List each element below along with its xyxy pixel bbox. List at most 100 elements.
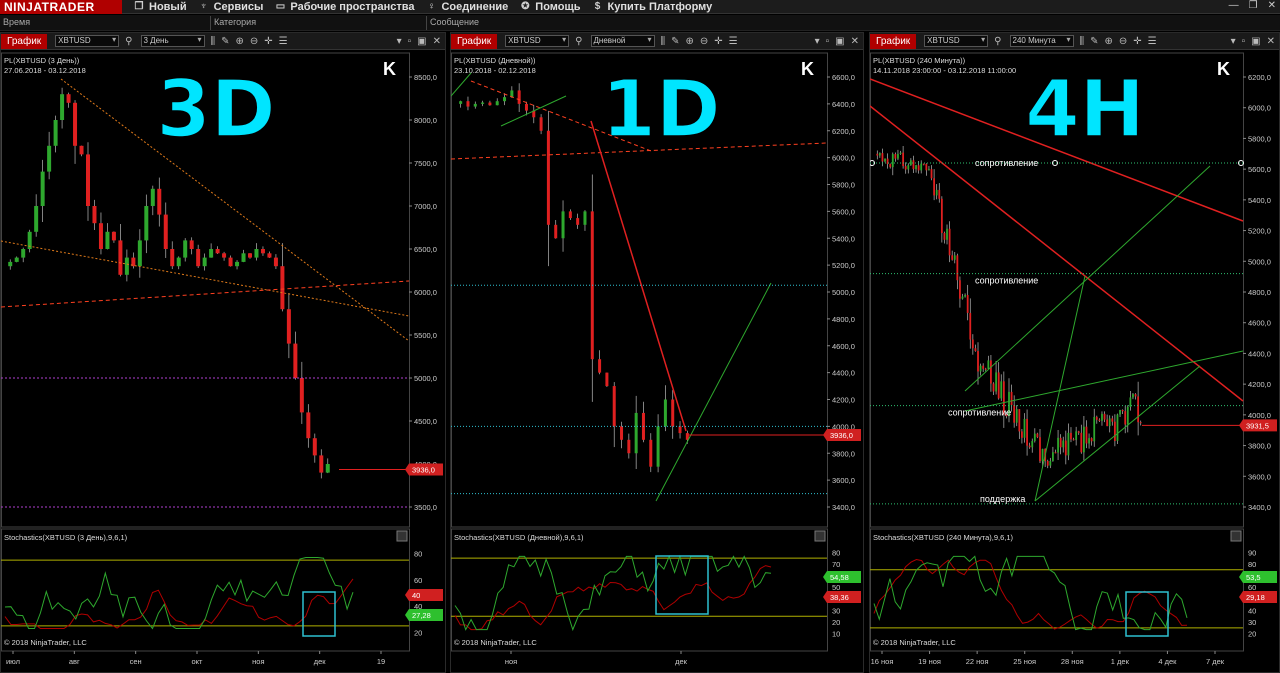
candle-body <box>995 372 997 392</box>
price-tick-label: 5200,0 <box>832 261 855 270</box>
menu-new[interactable]: ❐ Новый <box>134 1 187 13</box>
zoom-in-icon[interactable]: ⊕ <box>1105 36 1113 47</box>
properties-icon[interactable]: ☰ <box>279 36 288 47</box>
candle-body <box>1103 413 1106 420</box>
search-icon[interactable]: ⚲ <box>575 36 582 47</box>
dropdown-arrow-icon[interactable]: ▾ <box>1231 36 1236 47</box>
panel-close-icon[interactable]: ✕ <box>433 36 441 47</box>
interval-selector[interactable]: 240 Минута <box>1009 35 1074 47</box>
candle-body <box>319 455 324 473</box>
dropdown-arrow-icon[interactable]: ▾ <box>397 36 402 47</box>
zoom-out-icon[interactable]: ⊖ <box>1119 36 1127 47</box>
interval-selector[interactable]: 3 День <box>140 35 205 47</box>
candle-body <box>922 163 925 165</box>
indicator-settings-icon[interactable] <box>396 530 408 542</box>
instrument-selector[interactable]: XBTUSD <box>55 35 120 47</box>
candle-body <box>974 348 977 352</box>
indicator-settings-icon[interactable] <box>814 530 826 542</box>
restore-icon[interactable]: ❐ <box>1249 0 1258 11</box>
candle-body <box>1101 413 1103 421</box>
candle-body <box>663 399 667 427</box>
instrument-selector[interactable]: XBTUSD <box>924 35 989 47</box>
interval-selector[interactable]: Дневной <box>590 35 655 47</box>
candle-body <box>1098 419 1101 421</box>
candle-body <box>1013 405 1016 423</box>
zoom-in-icon[interactable]: ⊕ <box>236 36 244 47</box>
time-tick-label: 7 дек <box>1206 657 1225 666</box>
time-tick-label: 1 дек <box>1111 657 1130 666</box>
minimize-icon[interactable]: — <box>1229 0 1239 11</box>
candle-body <box>481 102 485 104</box>
dropdown-arrow-icon[interactable]: ▾ <box>815 36 820 47</box>
chart-tab[interactable]: График <box>1 33 48 49</box>
search-icon[interactable]: ⚲ <box>125 36 132 47</box>
panel-restore-icon[interactable]: ▣ <box>417 36 426 47</box>
panel-minimize-icon[interactable]: ▫ <box>1242 36 1246 47</box>
zoom-out-icon[interactable]: ⊖ <box>250 36 258 47</box>
search-icon[interactable]: ⚲ <box>994 36 1001 47</box>
properties-icon[interactable]: ☰ <box>729 36 738 47</box>
candle-body <box>299 378 304 413</box>
zoom-out-icon[interactable]: ⊖ <box>700 36 708 47</box>
panel-restore-icon[interactable]: ▣ <box>1251 36 1260 47</box>
pencil-icon[interactable]: ✎ <box>221 36 229 47</box>
menu-connection[interactable]: ♀ Соединение <box>426 1 509 13</box>
indicator-tick-label: 80 <box>414 550 422 559</box>
chart-canvas[interactable]: 8500,0 8000,0 7500,0 7000,0 6500,0 6000,0 5500… <box>1 51 445 671</box>
last-price-label: 3936,0 <box>412 466 435 475</box>
chart-tab[interactable]: График <box>870 33 917 49</box>
instrument-selector[interactable]: XBTUSD <box>505 35 570 47</box>
panel-close-icon[interactable]: ✕ <box>1267 36 1275 47</box>
candle-body <box>938 189 941 199</box>
candle-body <box>280 266 285 310</box>
panel-minimize-icon[interactable]: ▫ <box>408 36 412 47</box>
chart-panel-1d[interactable]: График XBTUSD ⚲ Дневной ⫼ ✎ ⊕ ⊖ ✛ ☰ ▾ ▫ ▣ ✕ 6600,0 6400… <box>450 32 864 673</box>
bar-style-icon[interactable]: ⫼ <box>1080 36 1085 47</box>
price-tick-label: 3800,0 <box>1248 442 1271 451</box>
crosshair-icon[interactable]: ✛ <box>714 36 722 47</box>
candle-body <box>1095 416 1098 420</box>
timeframe-label: 3D <box>156 65 275 155</box>
candle-body <box>987 360 990 369</box>
candle-body <box>876 153 879 156</box>
crosshair-icon[interactable]: ✛ <box>1133 36 1141 47</box>
chart-panel-3d[interactable]: График XBTUSD ⚲ 3 День ⫼ ✎ ⊕ ⊖ ✛ ☰ ▾ ▫ ▣ ✕ 8500,0 8000,… <box>0 32 446 673</box>
pencil-icon[interactable]: ✎ <box>671 36 679 47</box>
annotation-resistance: сопротивление <box>975 158 1038 168</box>
chart-panel-4h[interactable]: График XBTUSD ⚲ 240 Минута ⫼ ✎ ⊕ ⊖ ✛ ☰ ▾ ▫ ▣ ✕ 6200,06… <box>869 32 1280 673</box>
candle-body <box>105 231 110 249</box>
panel-minimize-icon[interactable]: ▫ <box>826 36 830 47</box>
candle-body <box>1021 431 1023 438</box>
column-message[interactable]: Сообщение <box>426 16 1280 30</box>
close-icon[interactable]: ✕ <box>1268 0 1276 11</box>
price-tick-label: 6000,0 <box>414 288 437 297</box>
candle-body <box>943 233 946 240</box>
chart-tab[interactable]: График <box>451 33 498 49</box>
panel-close-icon[interactable]: ✕ <box>851 36 859 47</box>
menu-workspaces[interactable]: ▭ Рабочие пространства <box>275 1 415 13</box>
chart-canvas[interactable]: 6600,0 6400,0 6200,0 6000,0 5800,0 5600,0 5400… <box>451 51 863 671</box>
column-category[interactable]: Категория <box>210 16 426 30</box>
services-icon: ♆ <box>199 1 208 12</box>
candle-body <box>1077 431 1080 433</box>
candle-body <box>1023 418 1026 438</box>
chart-canvas[interactable]: 6200,0 6000,0 5800,0 5600,0 5400,0 5200,0 5000… <box>870 51 1279 671</box>
zoom-in-icon[interactable]: ⊕ <box>686 36 694 47</box>
indicator-value-label: 53,5 <box>1246 573 1261 582</box>
indicator-value-label: 54,58 <box>830 573 849 582</box>
crosshair-icon[interactable]: ✛ <box>264 36 272 47</box>
candle-body <box>459 101 463 104</box>
candle-body <box>605 372 609 387</box>
pencil-icon[interactable]: ✎ <box>1090 36 1098 47</box>
column-time[interactable]: Время <box>0 16 210 30</box>
properties-icon[interactable]: ☰ <box>1148 36 1157 47</box>
panel-restore-icon[interactable]: ▣ <box>835 36 844 47</box>
menu-help[interactable]: ✪ Помощь <box>520 1 580 13</box>
trendline <box>1 280 410 308</box>
candle-body <box>997 372 1000 399</box>
indicator-settings-icon[interactable] <box>1230 530 1242 542</box>
bar-style-icon[interactable]: ⫼ <box>211 36 216 47</box>
bar-style-icon[interactable]: ⫼ <box>661 36 666 47</box>
menu-services[interactable]: ♆ Сервисы <box>199 1 264 13</box>
menu-buy-platform[interactable]: $ Купить Платформу <box>593 1 713 13</box>
